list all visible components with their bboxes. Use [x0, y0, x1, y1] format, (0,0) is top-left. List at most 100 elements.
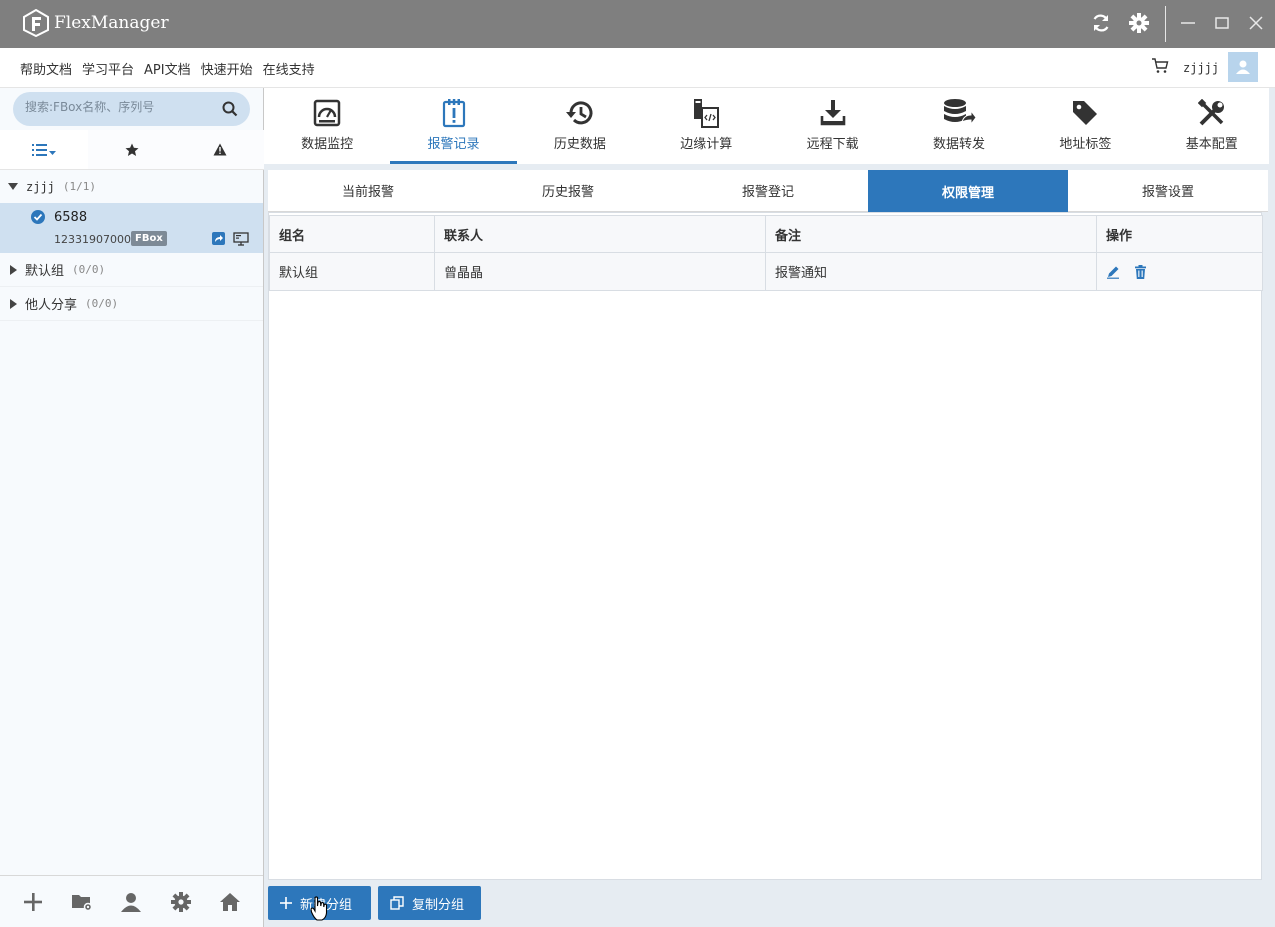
- flexmanager-logo-icon: [23, 9, 49, 37]
- expanded-arrow-icon: [8, 183, 18, 190]
- plus-icon: [23, 892, 42, 911]
- tab-alarm-settings[interactable]: 报警设置: [1068, 170, 1268, 212]
- add-folder-button[interactable]: [71, 892, 93, 912]
- tag-icon: [1073, 101, 1098, 125]
- tab-list-view[interactable]: [0, 130, 88, 169]
- device-type-badge: FBox: [131, 231, 167, 246]
- column-header-group: 组名: [269, 215, 435, 253]
- app-logo: FlexManager: [22, 9, 169, 37]
- tool-label: 报警记录: [427, 137, 480, 152]
- search-icon: [222, 101, 238, 117]
- collapsed-arrow-icon: [10, 264, 17, 275]
- tool-label: 基本配置: [1185, 137, 1238, 152]
- tool-data-forwarding[interactable]: 数据转发: [896, 88, 1022, 164]
- permission-table: 组名 联系人 备注 操作 默认组 曾晶晶 报警通知: [269, 215, 1263, 291]
- copy-group-button[interactable]: 复制分组: [378, 886, 481, 920]
- tab-alarm-registration[interactable]: 报警登记: [668, 170, 868, 212]
- settings-button[interactable]: [170, 891, 192, 913]
- settings-button[interactable]: [1126, 10, 1152, 36]
- trash-icon: [1135, 264, 1146, 279]
- account-button[interactable]: [120, 891, 142, 913]
- group-count: (0/0): [85, 297, 119, 310]
- tool-label: 数据监控: [301, 137, 354, 152]
- help-links: 帮助文档 学习平台 API文档 快速开始 在线支持: [20, 59, 315, 78]
- group-label: 默认组: [25, 264, 65, 279]
- username[interactable]: zjjjj: [1183, 61, 1219, 75]
- link-help-docs[interactable]: 帮助文档: [20, 59, 72, 78]
- tab-permission-management[interactable]: 权限管理: [868, 170, 1068, 212]
- tool-history-data[interactable]: 历史数据: [517, 88, 643, 164]
- online-check-icon: [31, 210, 45, 228]
- tool-label: 远程下载: [806, 137, 859, 152]
- search-button[interactable]: [222, 101, 238, 121]
- maximize-icon: [1215, 17, 1229, 29]
- tool-data-monitor[interactable]: 数据监控: [264, 88, 390, 164]
- link-api-docs[interactable]: API文档: [144, 59, 191, 78]
- tree-group-zjjj[interactable]: zjjj (1/1): [0, 170, 263, 204]
- tab-alarms[interactable]: [176, 130, 264, 169]
- add-device-button[interactable]: [22, 891, 44, 913]
- sidebar-view-tabs: [0, 130, 264, 170]
- tool-label: 数据转发: [933, 137, 986, 152]
- gear-icon: [170, 891, 191, 912]
- close-icon: [1249, 16, 1263, 30]
- tree-group-shared[interactable]: 他人分享 (0/0): [0, 287, 263, 321]
- tool-label: 地址标签: [1059, 137, 1112, 152]
- tab-history-alarms[interactable]: 历史报警: [468, 170, 668, 212]
- folder-settings-icon: [72, 894, 93, 911]
- tab-favorites[interactable]: [88, 130, 176, 169]
- tool-label: 历史数据: [553, 137, 606, 152]
- table-row[interactable]: 默认组 曾晶晶 报警通知: [269, 252, 1263, 291]
- alarm-clipboard-icon: [442, 99, 465, 128]
- monitor-gauge-icon: [313, 99, 341, 127]
- monitor-icon: [233, 232, 249, 246]
- share-icon: [212, 232, 225, 245]
- tool-alarm-records[interactable]: 报警记录: [390, 88, 518, 164]
- copy-group-label: 复制分组: [412, 897, 465, 913]
- share-device-button[interactable]: [212, 232, 225, 249]
- column-header-contact: 联系人: [434, 215, 766, 253]
- alarm-subtabs: 当前报警 历史报警 报警登记 权限管理 报警设置: [268, 170, 1268, 212]
- sidebar-actions: [0, 875, 263, 927]
- link-learning-platform[interactable]: 学习平台: [82, 59, 134, 78]
- delete-button[interactable]: [1134, 264, 1147, 279]
- tool-address-tags[interactable]: 地址标签: [1022, 88, 1148, 164]
- new-group-label: 新建分组: [300, 897, 353, 913]
- edit-button[interactable]: [1106, 265, 1120, 279]
- cell-contact: 曾晶晶: [434, 252, 766, 291]
- tools-icon: [1197, 99, 1224, 126]
- device-search: [13, 92, 250, 126]
- link-online-support[interactable]: 在线支持: [263, 59, 315, 78]
- tool-basic-config[interactable]: 基本配置: [1149, 88, 1275, 164]
- home-icon: [220, 892, 241, 911]
- user-icon: [121, 892, 142, 912]
- home-button[interactable]: [219, 891, 241, 913]
- warning-icon: [213, 143, 227, 156]
- tab-current-alarms[interactable]: 当前报警: [268, 170, 468, 212]
- cart-button[interactable]: [1151, 57, 1169, 79]
- minimize-button[interactable]: [1175, 10, 1201, 36]
- collapsed-arrow-icon: [10, 298, 17, 309]
- download-icon: [820, 100, 845, 126]
- avatar[interactable]: [1228, 52, 1258, 82]
- remote-desktop-button[interactable]: [233, 232, 249, 250]
- plus-icon: [280, 897, 292, 909]
- cart-icon: [1152, 58, 1169, 73]
- refresh-button[interactable]: [1088, 10, 1114, 36]
- tool-remote-download[interactable]: 远程下载: [770, 88, 896, 164]
- copy-icon: [390, 896, 404, 910]
- new-group-button[interactable]: 新建分组: [268, 886, 371, 920]
- minimize-icon: [1181, 22, 1195, 24]
- tree-group-default[interactable]: 默认组 (0/0): [0, 253, 263, 287]
- device-item-6588[interactable]: 6588 123319070003 FBox: [0, 203, 263, 253]
- group-count: (1/1): [62, 180, 97, 193]
- table-actions: 新建分组 复制分组: [268, 886, 481, 920]
- app-title: FlexManager: [54, 13, 169, 33]
- tool-edge-computing[interactable]: 边缘计算: [643, 88, 769, 164]
- close-button[interactable]: [1243, 10, 1269, 36]
- main-content: 数据监控 报警记录 历史数据 边缘计算 远程下载 数据转发 地址标签 基本配置: [264, 88, 1275, 927]
- database-forward-icon: [944, 99, 977, 126]
- maximize-button[interactable]: [1209, 10, 1235, 36]
- search-input[interactable]: [25, 100, 215, 114]
- link-quick-start[interactable]: 快速开始: [201, 59, 253, 78]
